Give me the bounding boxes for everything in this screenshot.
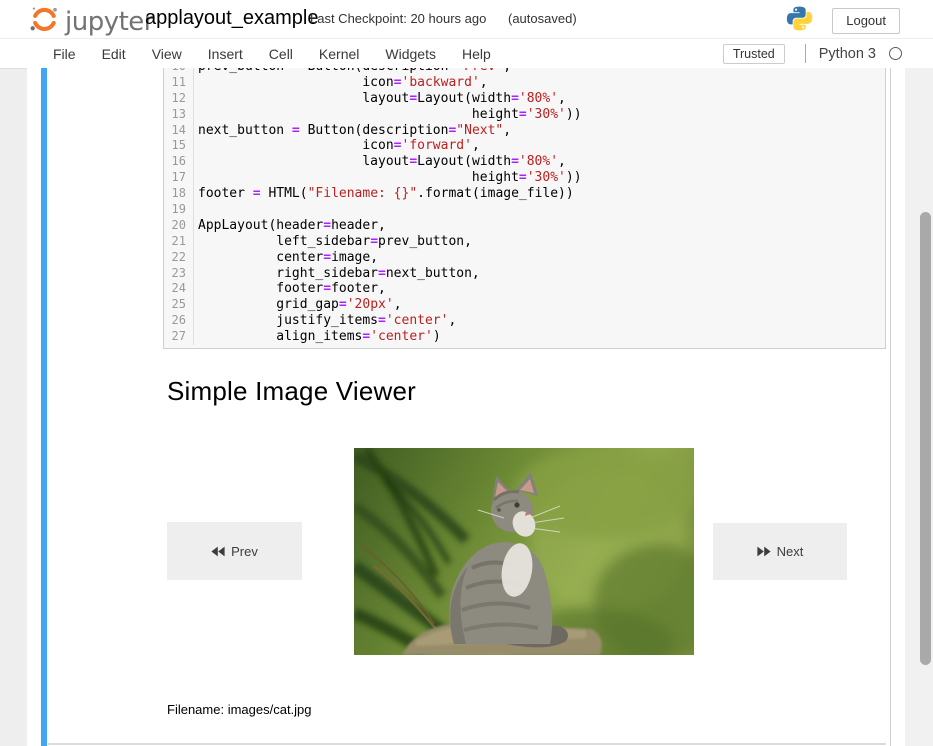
- scrollbar-thumb[interactable]: [920, 212, 931, 665]
- backward-icon: [211, 546, 225, 557]
- menu-file[interactable]: File: [40, 46, 89, 62]
- menu-bar: File Edit View Insert Cell Kernel Widget…: [0, 38, 933, 69]
- output-heading: Simple Image Viewer: [167, 376, 416, 407]
- menu-help[interactable]: Help: [449, 46, 504, 62]
- selected-cell-indicator: [41, 68, 47, 746]
- notebook-header: jupyter applayout_example Last Checkpoin…: [0, 0, 933, 38]
- kernel-idle-circle-icon: [889, 47, 902, 60]
- code-cell-input[interactable]: 101112131415161718192021222324252627 pre…: [163, 68, 886, 349]
- jupyter-logo[interactable]: jupyter: [29, 4, 154, 39]
- menu-edit[interactable]: Edit: [89, 46, 139, 62]
- menu-view[interactable]: View: [139, 46, 195, 62]
- output-filename-text: Filename: images/cat.jpg: [167, 702, 312, 717]
- kernel-name: Python 3: [819, 46, 876, 62]
- code-lines[interactable]: prev_button = Button(description="Prev",…: [194, 68, 885, 345]
- prev-button[interactable]: Prev: [167, 522, 302, 580]
- next-button-label: Next: [777, 544, 804, 559]
- trusted-badge[interactable]: Trusted: [723, 44, 785, 64]
- menu-widgets[interactable]: Widgets: [372, 46, 449, 62]
- next-button[interactable]: Next: [713, 523, 847, 580]
- menu-insert[interactable]: Insert: [195, 46, 256, 62]
- python-logo-icon: [786, 5, 813, 37]
- jupyter-logo-icon: [29, 4, 59, 39]
- menu-kernel[interactable]: Kernel: [306, 46, 372, 62]
- menu-cell[interactable]: Cell: [256, 46, 306, 62]
- kernel-divider: [805, 44, 806, 63]
- prev-button-label: Prev: [231, 544, 258, 559]
- forward-icon: [757, 546, 771, 557]
- notebook-title[interactable]: applayout_example: [145, 7, 318, 30]
- code-gutter: 101112131415161718192021222324252627: [164, 68, 194, 345]
- next-cell-top-edge: [48, 743, 886, 745]
- autosave-status: (autosaved): [508, 11, 577, 26]
- cat-image: [354, 448, 694, 655]
- checkpoint-status: Last Checkpoint: 20 hours ago: [310, 11, 486, 26]
- jupyter-notebook-app: jupyter applayout_example Last Checkpoin…: [0, 0, 933, 746]
- jupyter-logo-text: jupyter: [65, 7, 154, 37]
- logout-button[interactable]: Logout: [832, 8, 900, 34]
